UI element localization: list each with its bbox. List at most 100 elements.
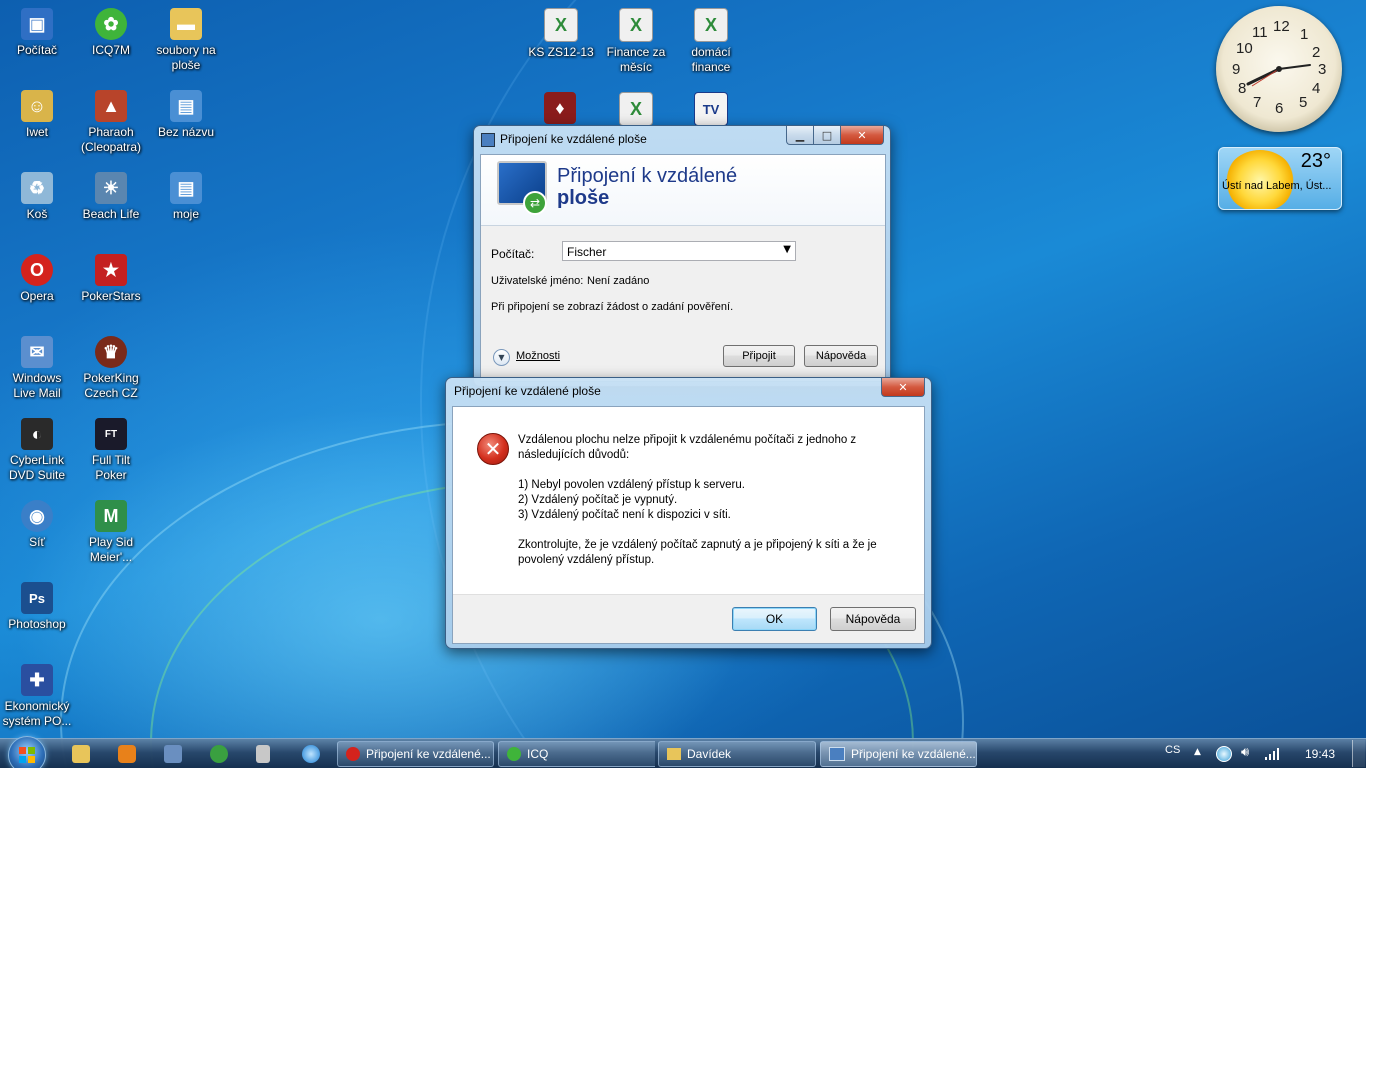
image-file-icon: ▤ <box>170 172 202 204</box>
desktop-icon-label: Ekonomický systém PO... <box>2 699 72 728</box>
desktop-icon-home-finance[interactable]: X domácí finance <box>675 8 747 75</box>
options-link[interactable]: Možnosti <box>516 350 560 362</box>
close-button[interactable]: ✕ <box>881 378 925 397</box>
language-indicator[interactable]: CS <box>1165 744 1180 756</box>
opera-icon: O <box>21 254 53 286</box>
excel-file-icon: X <box>619 92 653 126</box>
desktop-icon-finance-month[interactable]: X Finance za měsíc <box>600 8 672 75</box>
clock-hands <box>1246 64 1311 87</box>
desktop-icon-label: moje <box>172 207 199 221</box>
desktop-icon-pokerstars[interactable]: ★ PokerStars <box>75 254 147 304</box>
desktop-icon-label: Beach Life <box>82 207 140 221</box>
computer-icon: ▣ <box>21 8 53 40</box>
desktop-icon-files[interactable]: ▬ soubory na ploše <box>150 8 222 73</box>
tray-app-icon[interactable] <box>1216 746 1232 762</box>
desktop-icon-sid-meier[interactable]: M Play Sid Meier'... <box>75 500 147 565</box>
desktop-icon-label: PokerStars <box>81 289 141 303</box>
desktop-icon-moje[interactable]: ▤ moje <box>150 172 222 222</box>
desktop-icon-label: domácí finance <box>691 45 731 74</box>
dialog-client-area: ✕ Vzdálenou plochu nelze připojit k vzdá… <box>452 406 925 644</box>
taskbar-button-davidek[interactable]: Davídek <box>658 741 816 767</box>
pokerking-icon: ♛ <box>95 336 127 368</box>
pharaoh-game-icon: ▲ <box>95 90 127 122</box>
computer-combobox[interactable]: Fischer ▼ <box>562 241 796 261</box>
taskbar-button-rdp[interactable]: Připojení ke vzdálené... <box>820 741 977 767</box>
desktop-icon-full-tilt[interactable]: FT Full Tilt Poker <box>75 418 147 483</box>
cyberlink-icon: ◐ <box>21 418 53 450</box>
explorer-icon[interactable] <box>72 745 90 763</box>
taskbar-button-rdp-opera[interactable]: Připojení ke vzdálené... <box>337 741 494 767</box>
desktop-icon-pokerking[interactable]: ♛ PokerKing Czech CZ <box>75 336 147 401</box>
volume-icon[interactable]: 🔊︎ <box>1241 745 1249 760</box>
desktop-icon-bez-nazvu[interactable]: ▤ Bez názvu <box>150 90 222 140</box>
help-button[interactable]: Nápověda <box>804 345 878 367</box>
error-outro: Zkontrolujte, že je vzdálený počítač zap… <box>518 539 877 566</box>
desktop-icon-cyberlink[interactable]: ◐ CyberLink DVD Suite <box>1 418 73 483</box>
start-button[interactable] <box>8 736 46 768</box>
expand-options-icon[interactable]: ▼ <box>493 349 510 366</box>
desktop-icon-label: Opera <box>20 289 54 303</box>
show-desktop-button[interactable] <box>1352 740 1365 767</box>
video-tv-icon: TV <box>694 92 728 126</box>
error-dialog[interactable]: Připojení ke vzdálené ploše ✕ ✕ Vzdáleno… <box>445 377 932 649</box>
desktop-icon-label: ICQ7M <box>91 43 130 57</box>
taskbar-button-label: Davídek <box>687 747 732 761</box>
desktop-icon-label: Iwet <box>25 125 48 139</box>
media-player-icon[interactable] <box>118 745 136 763</box>
full-tilt-icon: FT <box>95 418 127 450</box>
desktop-icon-pharaoh[interactable]: ▲ Pharaoh (Cleopatra) <box>75 90 147 155</box>
desktop-icon-label: KS ZS12-13 <box>528 45 594 59</box>
network-icon: ◉ <box>21 500 53 532</box>
desktop-icon-opera[interactable]: O Opera <box>1 254 73 304</box>
desktop-icon-live-mail[interactable]: ✉ Windows Live Mail <box>1 336 73 401</box>
clock-gadget[interactable]: 12 1 2 3 4 5 6 7 8 9 10 11 <box>1216 6 1342 132</box>
economic-system-icon: ✚ <box>21 664 53 696</box>
desktop-icon-network[interactable]: ◉ Síť <box>1 500 73 550</box>
desktop-icon-label: Full Tilt Poker <box>91 453 130 482</box>
maximize-button[interactable]: □ <box>813 126 841 145</box>
games-icon[interactable] <box>210 745 228 763</box>
computer-value: Fischer <box>567 245 607 259</box>
desktop-icon-photoshop[interactable]: Ps Photoshop <box>1 582 73 632</box>
task-icon[interactable] <box>164 745 182 763</box>
remote-desktop-icon <box>829 747 845 761</box>
desktop-icon-label: Finance za měsíc <box>606 45 666 74</box>
desktop-icon-game[interactable]: ♦ <box>524 92 596 127</box>
calculator-icon[interactable] <box>256 745 270 763</box>
desktop-icon-label: Počítač <box>16 43 58 57</box>
sid-meier-game-icon: M <box>95 500 127 532</box>
desktop-icon-label: Bez názvu <box>157 125 215 139</box>
desktop-icon-computer[interactable]: ▣ Počítač <box>1 8 73 58</box>
error-message: Vzdálenou plochu nelze připojit k vzdále… <box>518 433 903 568</box>
ok-button[interactable]: OK <box>732 607 817 631</box>
excel-file-icon: X <box>694 8 728 42</box>
desktop-icon-video[interactable]: TV <box>675 92 747 129</box>
remote-desktop-icon <box>481 133 495 147</box>
internet-explorer-icon[interactable] <box>302 745 320 763</box>
weather-gadget[interactable]: 23° Ústí nad Labem, Úst... <box>1218 147 1342 210</box>
weather-location: Ústí nad Labem, Úst... <box>1222 180 1332 192</box>
show-hidden-icons-button[interactable]: ▲ <box>1194 747 1201 757</box>
error-reason: 1) Nebyl povolen vzdálený přístup k serv… <box>518 479 745 491</box>
desktop-icon-beach-life[interactable]: ☀ Beach Life <box>75 172 147 222</box>
taskbar: Připojení ke vzdálené... ICQ Davídek Při… <box>0 736 1366 768</box>
excel-file-icon: X <box>544 8 578 42</box>
network-signal-icon[interactable] <box>1264 747 1280 761</box>
desktop-icon-iwet[interactable]: ☺ Iwet <box>1 90 73 140</box>
clock-time[interactable]: 19:43 <box>1305 747 1335 761</box>
pokerstars-icon: ★ <box>95 254 127 286</box>
desktop-icon-excel[interactable]: X <box>600 92 672 129</box>
help-button[interactable]: Nápověda <box>830 607 916 631</box>
chevron-down-icon[interactable]: ▼ <box>783 244 791 255</box>
desktop-icon-economic-system[interactable]: ✚ Ekonomický systém PO... <box>1 664 73 729</box>
close-button[interactable]: ✕ <box>840 126 884 145</box>
mail-icon: ✉ <box>21 336 53 368</box>
connect-button[interactable]: Připojit <box>723 345 795 367</box>
taskbar-button-icq[interactable]: ICQ <box>498 741 655 767</box>
opera-icon <box>346 747 360 761</box>
rdp-window[interactable]: Připojení ke vzdálené ploše ▁ □ ✕ ⇄ Přip… <box>473 125 891 387</box>
minimize-button[interactable]: ▁ <box>786 126 814 145</box>
desktop-icon-ks-zs[interactable]: X KS ZS12-13 <box>525 8 597 60</box>
desktop-icon-icq[interactable]: ✿ ICQ7M <box>75 8 147 58</box>
desktop-icon-recycle-bin[interactable]: ♻ Koš <box>1 172 73 222</box>
